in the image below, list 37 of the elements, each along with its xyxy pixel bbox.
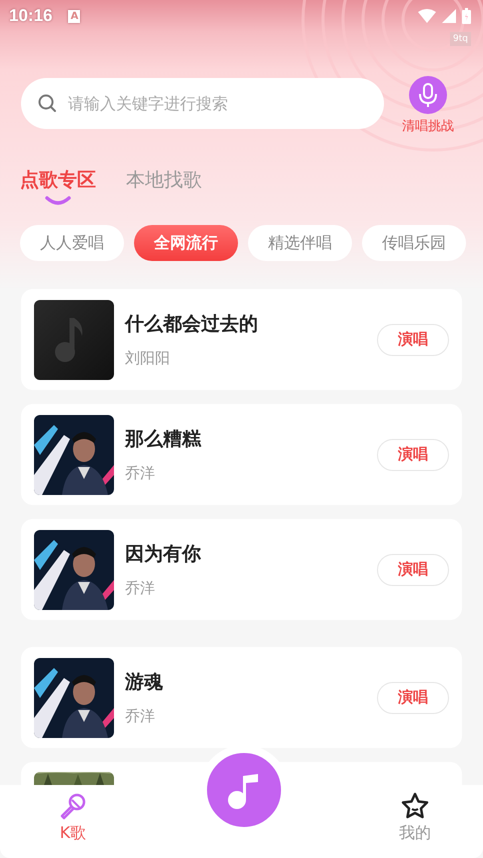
microphone-icon [409, 76, 447, 114]
artist-name: 乔洋 [125, 707, 156, 726]
artist-name: 乔洋 [125, 579, 156, 598]
song-title: 那么糟糕 [125, 427, 202, 452]
microphone-icon [58, 791, 88, 821]
sing-button[interactable]: 演唱 [377, 554, 449, 586]
nav-tab[interactable]: 我的 [399, 785, 431, 858]
status-time: 10:16 [9, 6, 52, 26]
search-icon [37, 93, 57, 113]
song-title: 游魂 [125, 670, 164, 695]
artist-name: 乔洋 [125, 464, 156, 483]
category-chip[interactable]: 全网流行 [134, 225, 238, 261]
battery-icon [462, 8, 471, 24]
song-card[interactable]: 游魂 乔洋 演唱 [21, 647, 462, 748]
voice-challenge-button[interactable]: 清唱挑战 [402, 76, 454, 135]
star-icon [400, 791, 430, 821]
signal-icon [442, 9, 456, 23]
tab[interactable]: 点歌专区 [20, 165, 96, 195]
category-chip[interactable]: 人人爱唱 [20, 225, 124, 261]
sing-button[interactable]: 演唱 [377, 438, 449, 470]
sing-button[interactable]: 演唱 [377, 324, 449, 356]
category-chip[interactable]: 精选伴唱 [248, 225, 352, 261]
wifi-icon [418, 9, 436, 23]
song-card[interactable]: 因为有你 乔洋 演唱 [21, 519, 462, 620]
overlay-tag: 9tq [450, 32, 471, 46]
sing-button[interactable]: 演唱 [377, 682, 449, 714]
notification-icon: A [68, 10, 80, 22]
song-card[interactable]: 那么糟糕 乔洋 演唱 [21, 404, 462, 505]
song-card[interactable]: 什么都会过去的 刘阳阳 演唱 [21, 289, 462, 390]
nav-tab[interactable]: K歌 [58, 785, 88, 858]
search-field[interactable]: 请输入关键字进行搜索 [21, 78, 384, 129]
artist-name: 刘阳阳 [125, 349, 171, 368]
tab-indicator-icon [45, 196, 71, 206]
category-chip[interactable]: 传唱乐园 [362, 225, 466, 261]
tab[interactable]: 本地找歌 [126, 165, 202, 195]
song-title: 因为有你 [125, 542, 202, 567]
song-title: 什么都会过去的 [125, 312, 259, 337]
